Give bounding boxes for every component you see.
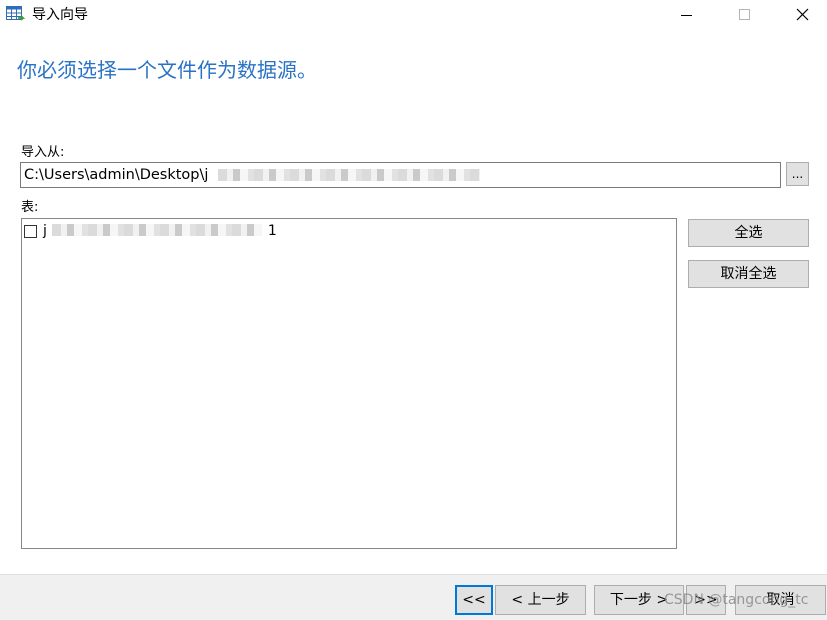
previous-button[interactable]: < 上一步 [495,585,586,615]
redacted-path-area [218,169,480,181]
cancel-button[interactable]: 取消 [735,585,826,615]
minimize-icon [681,15,692,16]
maximize-button[interactable] [715,0,773,30]
title-bar: 导入向导 [0,0,827,31]
browse-button[interactable]: ... [786,162,809,186]
select-all-button[interactable]: 全选 [688,219,809,247]
close-icon [773,8,827,34]
import-from-label: 导入从: [21,145,65,160]
next-button[interactable]: 下一步 > [594,585,684,615]
window-title: 导入向导 [32,7,88,23]
table-import-icon [6,6,26,24]
page-heading: 你必须选择一个文件作为数据源。 [17,58,317,82]
first-step-button[interactable]: << [455,585,493,615]
maximize-icon [739,9,750,20]
deselect-all-button[interactable]: 取消全选 [688,260,809,288]
table-name-end: 1 [267,223,277,239]
table-list[interactable]: j 1 [21,218,677,549]
table-list-label: 表: [21,200,39,215]
minimize-button[interactable] [657,0,715,30]
close-button[interactable] [773,0,827,30]
table-name-start: j [43,223,47,239]
last-step-button[interactable]: >> [686,585,726,615]
table-checkbox[interactable] [24,224,37,238]
footer-bar: << < 上一步 下一步 > >> 取消 CSDN @tangcong_tc [0,574,827,620]
redacted-table-name [52,224,262,236]
